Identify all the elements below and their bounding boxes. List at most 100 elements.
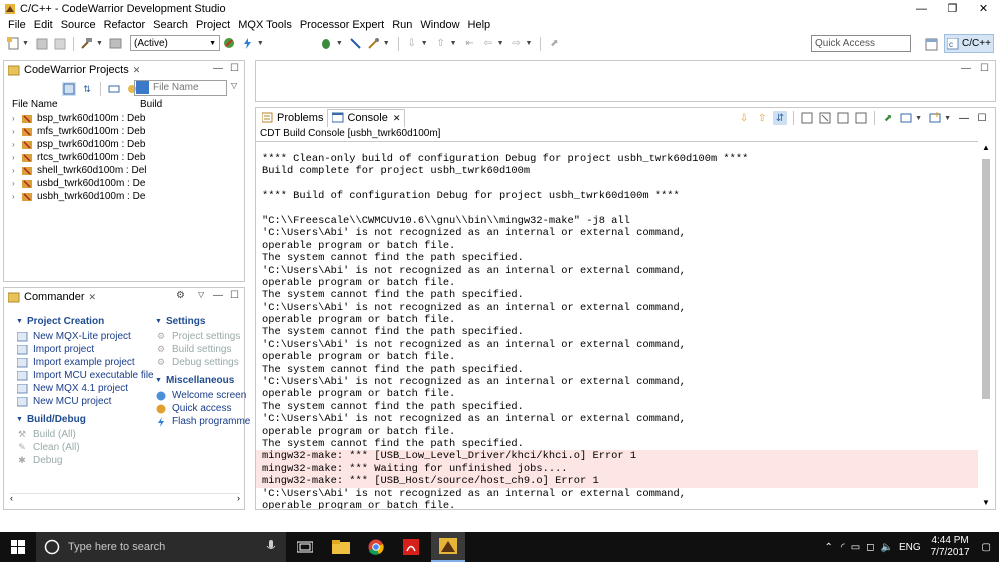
external-tools-icon[interactable] bbox=[367, 37, 381, 51]
quick-access-input[interactable]: Quick Access bbox=[811, 35, 911, 52]
quick-access-link[interactable]: Quick access bbox=[155, 402, 250, 415]
battery-icon[interactable]: ▭ bbox=[851, 542, 860, 553]
import-mcu-executable-link[interactable]: Import MCU executable file bbox=[16, 369, 154, 382]
menu-project[interactable]: Project bbox=[192, 19, 234, 31]
scroll-lock-icon[interactable]: ⇵ bbox=[773, 111, 788, 125]
start-button[interactable] bbox=[0, 532, 36, 562]
next-annotation-icon[interactable]: ⇩ bbox=[405, 37, 419, 51]
acrobat-button[interactable] bbox=[394, 532, 428, 562]
column-build[interactable]: Build bbox=[140, 99, 162, 110]
network-icon[interactable]: ◜ bbox=[841, 542, 845, 553]
tab-console[interactable]: Console ✕ bbox=[327, 108, 406, 127]
menu-source[interactable]: Source bbox=[57, 19, 100, 31]
expand-chevron-icon[interactable]: › bbox=[12, 140, 22, 149]
volume-icon[interactable]: 🔈 bbox=[880, 542, 892, 553]
build-debug-header[interactable]: ▼ Build/Debug bbox=[16, 413, 154, 426]
open-perspective-icon[interactable] bbox=[924, 37, 938, 51]
perspective-cpp-button[interactable]: c C/C++ bbox=[944, 34, 994, 53]
expand-chevron-icon[interactable]: › bbox=[12, 166, 22, 175]
save-icon[interactable] bbox=[35, 37, 49, 51]
minimize-view-icon[interactable]: — bbox=[213, 63, 223, 74]
microphone-icon[interactable] bbox=[266, 540, 276, 554]
link-editor-icon[interactable] bbox=[107, 82, 121, 96]
previous-error-icon[interactable]: ⇧ bbox=[755, 111, 769, 125]
previous-annotation-icon[interactable]: ⇧ bbox=[434, 37, 448, 51]
project-creation-header[interactable]: ▼ Project Creation bbox=[16, 315, 154, 328]
pin-console-icon[interactable]: ⬈ bbox=[881, 111, 895, 125]
debug-settings-link[interactable]: ⚙ Debug settings bbox=[155, 356, 250, 369]
project-item[interactable]: › psp_twrk60d100m : Deb bbox=[12, 138, 244, 151]
back-dropdown-icon[interactable]: ▼ bbox=[497, 40, 504, 47]
view-menu-icon[interactable]: ▽ bbox=[198, 290, 204, 299]
flash-programmer-link[interactable]: Flash programme bbox=[155, 415, 250, 428]
connect-icon[interactable] bbox=[349, 37, 363, 51]
maximize-editor-icon[interactable]: ☐ bbox=[980, 63, 989, 74]
close-icon[interactable]: ✕ bbox=[133, 65, 141, 76]
forward-dropdown-icon[interactable]: ▼ bbox=[526, 40, 533, 47]
task-view-button[interactable] bbox=[288, 532, 322, 562]
vertical-scrollbar[interactable]: ▲ ▼ bbox=[979, 141, 993, 509]
menu-window[interactable]: Window bbox=[416, 19, 463, 31]
column-file-name[interactable]: File Name bbox=[12, 99, 140, 110]
action-center-icon[interactable]: ▢ bbox=[982, 542, 991, 553]
close-button[interactable]: ✕ bbox=[968, 0, 999, 17]
welcome-screen-link[interactable]: Welcome screen bbox=[155, 389, 250, 402]
menu-file[interactable]: File bbox=[4, 19, 30, 31]
back-icon[interactable]: ⇦ bbox=[481, 37, 495, 51]
expand-chevron-icon[interactable]: › bbox=[12, 114, 22, 123]
scroll-right-icon[interactable]: › bbox=[237, 493, 240, 503]
minimize-view-icon[interactable]: — bbox=[213, 290, 223, 301]
build-configuration-select[interactable]: (Active) ▼ bbox=[130, 35, 220, 51]
copy-build-log-icon[interactable] bbox=[800, 111, 814, 125]
project-item[interactable]: › mfs_twrk60d100m : Deb bbox=[12, 125, 244, 138]
menu-processor-expert[interactable]: Processor Expert bbox=[296, 19, 388, 31]
import-example-project-link[interactable]: Import example project bbox=[16, 356, 154, 369]
console-settings-icon[interactable] bbox=[854, 111, 868, 125]
scroll-left-icon[interactable]: ‹ bbox=[10, 493, 13, 503]
miscellaneous-header[interactable]: ▼ Miscellaneous bbox=[155, 374, 250, 387]
project-item[interactable]: › shell_twrk60d100m : Del bbox=[12, 164, 244, 177]
file-explorer-button[interactable] bbox=[324, 532, 358, 562]
close-icon[interactable]: ✕ bbox=[89, 292, 97, 303]
save-all-icon[interactable] bbox=[53, 37, 67, 51]
display-selected-console-icon[interactable] bbox=[899, 111, 913, 125]
project-item[interactable]: › usbh_twrk60d100m : De bbox=[12, 190, 244, 203]
debug-bug-icon[interactable] bbox=[320, 37, 334, 51]
menu-edit[interactable]: Edit bbox=[30, 19, 57, 31]
new-mqx-41-project-link[interactable]: New MQX 4.1 project bbox=[16, 382, 154, 395]
clean-all-link[interactable]: ✎ Clean (All) bbox=[16, 441, 154, 454]
scrollbar-thumb[interactable] bbox=[982, 159, 990, 399]
language-indicator[interactable]: ENG bbox=[899, 542, 921, 553]
next-error-icon[interactable]: ⇩ bbox=[737, 111, 751, 125]
display-console-dropdown-icon[interactable]: ▼ bbox=[915, 115, 922, 122]
pin-editor-icon[interactable]: ⬈ bbox=[547, 37, 561, 51]
minimize-editor-icon[interactable]: — bbox=[961, 63, 971, 74]
import-project-link[interactable]: Import project bbox=[16, 343, 154, 356]
flash-dropdown-icon[interactable]: ▼ bbox=[257, 40, 264, 47]
menu-run[interactable]: Run bbox=[388, 19, 416, 31]
project-item[interactable]: › bsp_twrk60d100m : Deb bbox=[12, 112, 244, 125]
build-dropdown-icon[interactable]: ▼ bbox=[96, 40, 103, 47]
expand-chevron-icon[interactable]: › bbox=[12, 179, 22, 188]
close-icon[interactable]: ✕ bbox=[393, 113, 401, 124]
project-settings-link[interactable]: ⚙ Project settings bbox=[155, 330, 250, 343]
minimize-view-icon[interactable]: — bbox=[957, 111, 971, 125]
clock[interactable]: 4:44 PM 7/7/2017 bbox=[931, 535, 970, 559]
tab-problems[interactable]: Problems bbox=[258, 109, 327, 127]
build-hammer-icon[interactable] bbox=[80, 37, 94, 51]
settings-header[interactable]: ▼ Settings bbox=[155, 315, 250, 328]
new-icon[interactable] bbox=[6, 37, 20, 51]
horizontal-scrollbar[interactable]: ‹ › bbox=[10, 493, 240, 505]
build-settings-link[interactable]: ⚙ Build settings bbox=[155, 343, 250, 356]
clear-console-icon[interactable] bbox=[818, 111, 832, 125]
maximize-view-icon[interactable]: ☐ bbox=[230, 63, 239, 74]
maximize-view-icon[interactable]: ☐ bbox=[230, 290, 239, 301]
forward-icon[interactable]: ⇨ bbox=[510, 37, 524, 51]
maximize-button[interactable]: ❐ bbox=[937, 0, 968, 17]
flash-icon[interactable] bbox=[241, 37, 255, 51]
expand-chevron-icon[interactable]: › bbox=[12, 153, 22, 162]
project-item[interactable]: › rtcs_twrk60d100m : Deb bbox=[12, 151, 244, 164]
taskbar-search-box[interactable]: Type here to search bbox=[36, 532, 286, 562]
commander-settings-icon[interactable]: ⚙ bbox=[176, 290, 185, 301]
debug-link[interactable]: ✱ Debug bbox=[16, 454, 154, 467]
